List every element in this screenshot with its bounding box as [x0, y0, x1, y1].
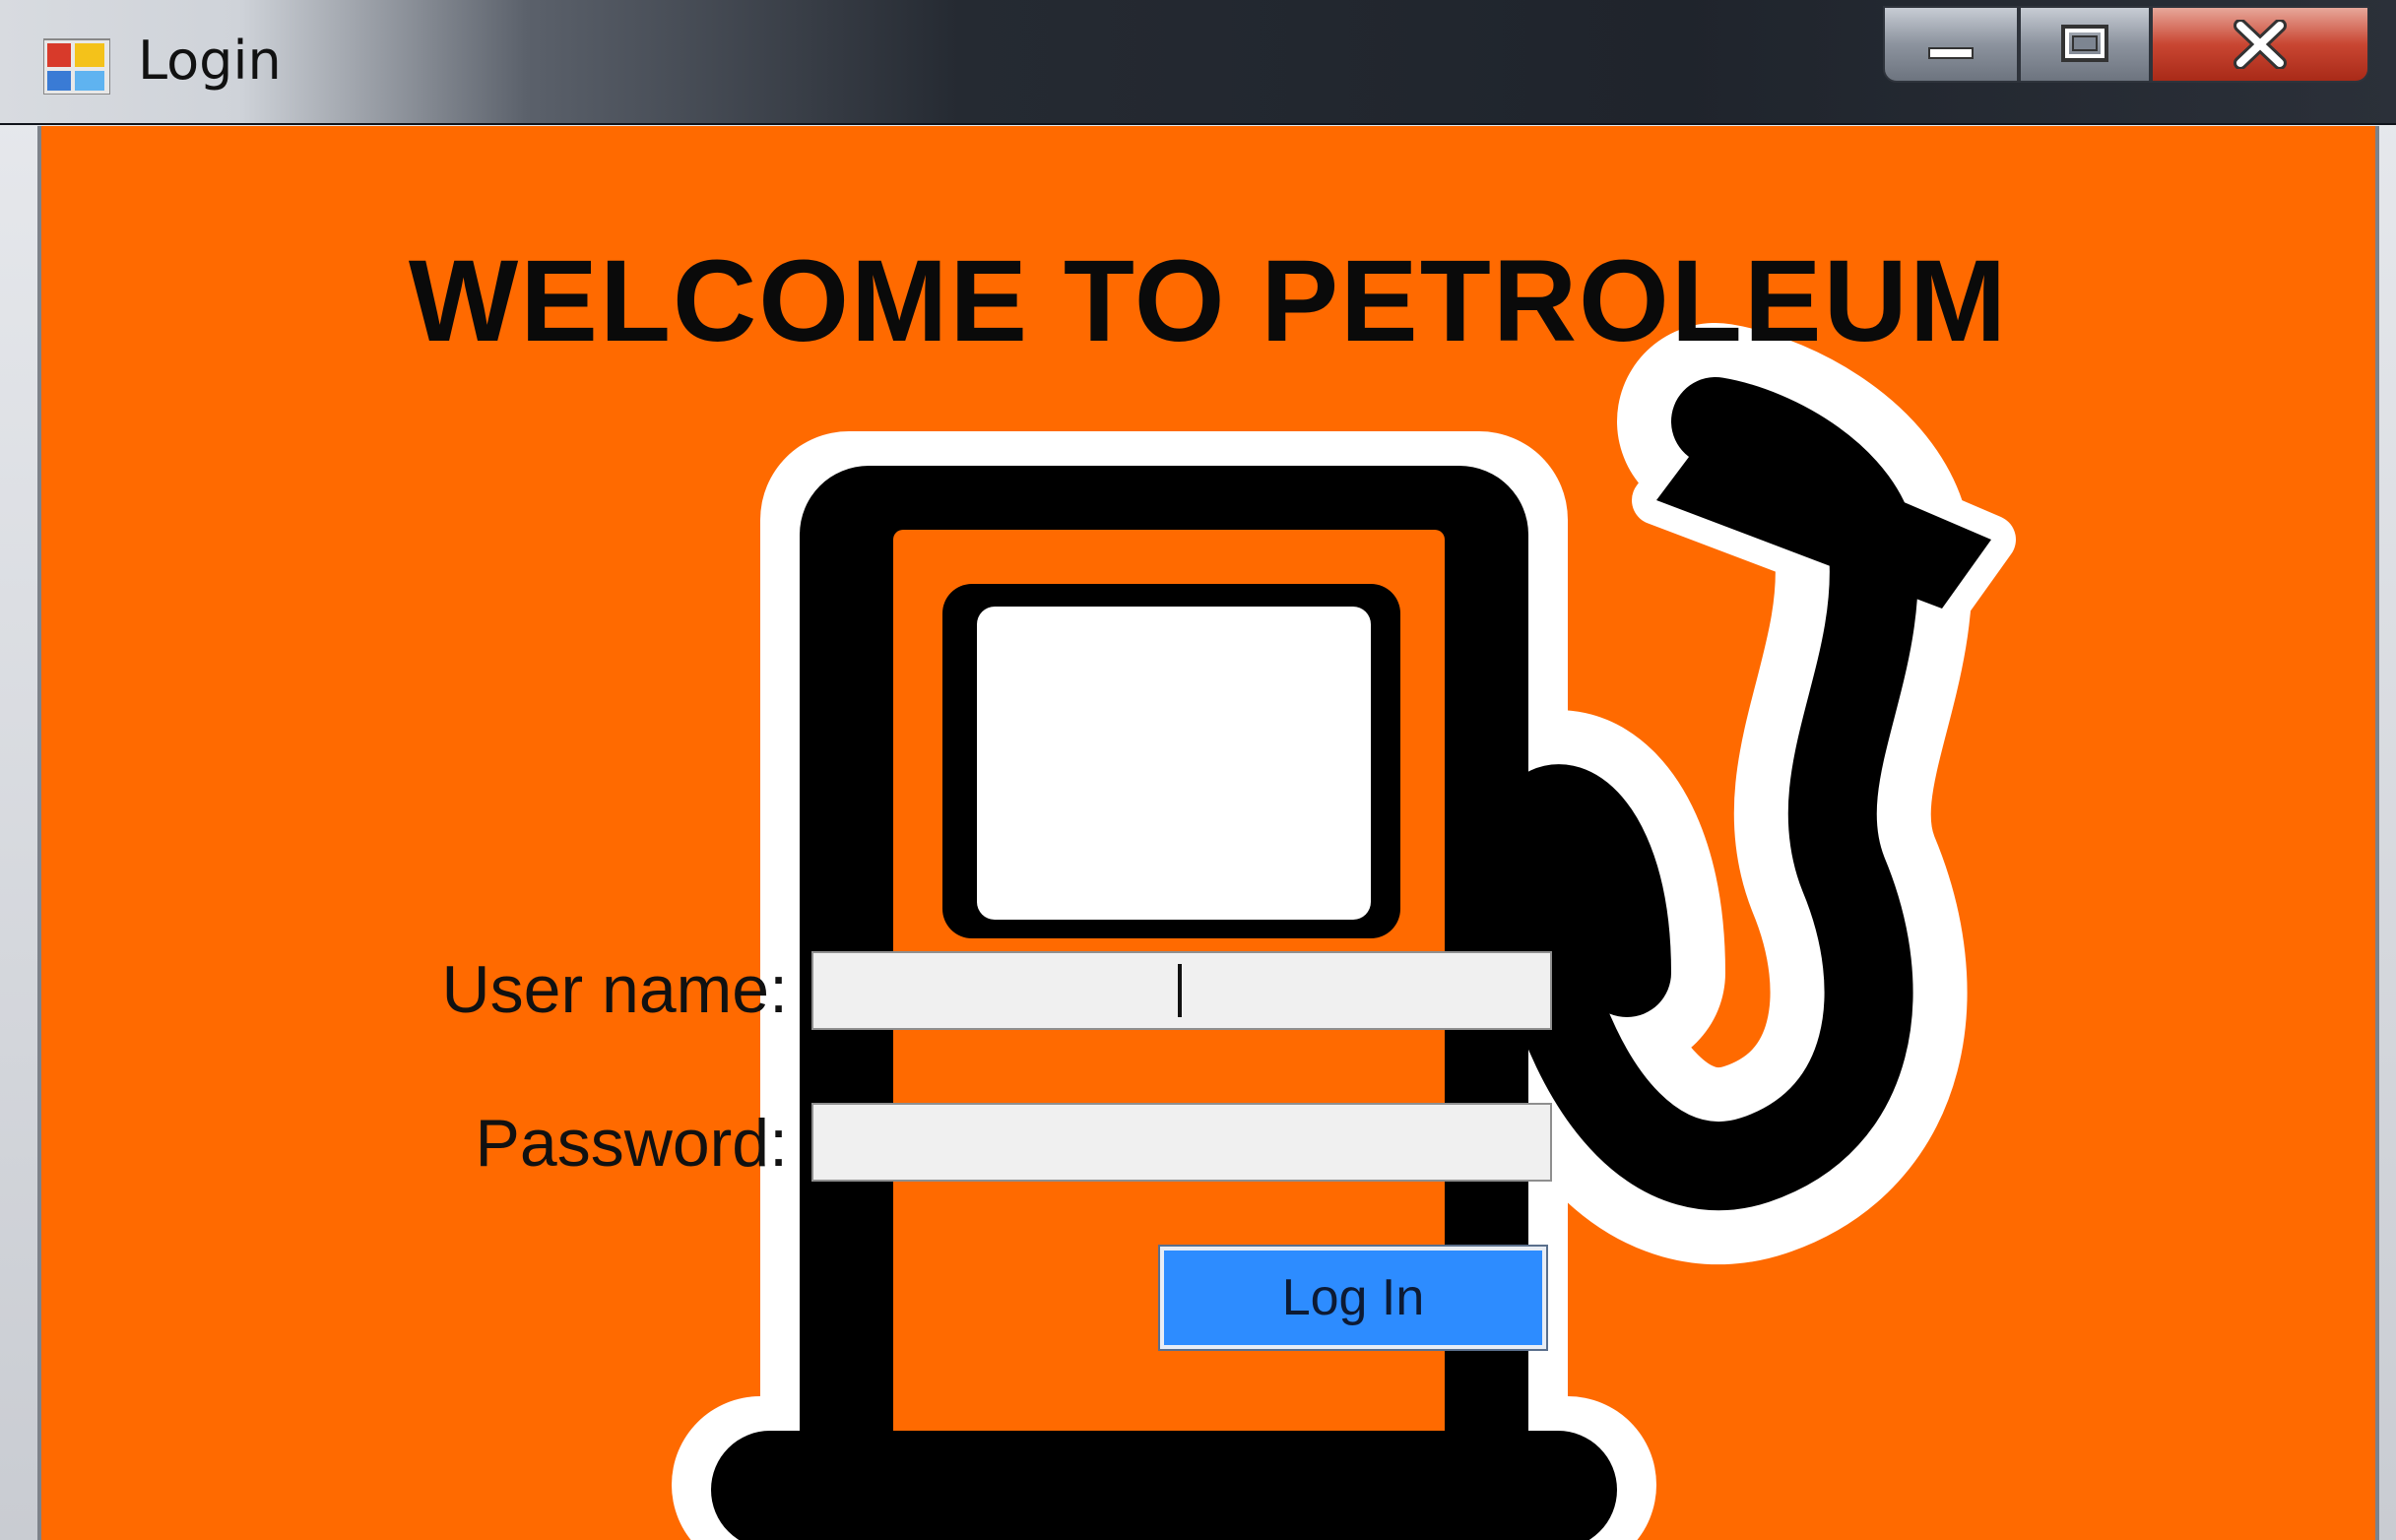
minimize-icon — [1928, 47, 1974, 59]
welcome-heading: WELCOME TO PETROLEUM — [408, 236, 2009, 366]
username-input[interactable] — [811, 951, 1552, 1030]
minimize-button[interactable] — [1883, 6, 2019, 83]
maximize-icon — [2061, 25, 2108, 62]
app-icon — [43, 38, 110, 95]
window-title: Login — [138, 30, 282, 92]
login-form: WELCOME TO PETROLEUM User name: Password… — [37, 126, 2379, 1540]
login-button[interactable]: Log In — [1158, 1245, 1548, 1351]
password-input[interactable] — [811, 1103, 1552, 1182]
login-window: Login WELCOME TO PETROLEUM User name: Pa… — [0, 0, 2396, 1540]
close-icon — [2234, 20, 2287, 69]
close-button[interactable] — [2151, 6, 2369, 83]
text-cursor — [1178, 964, 1182, 1017]
maximize-button[interactable] — [2019, 6, 2151, 83]
username-label: User name: — [441, 952, 788, 1027]
password-label: Password: — [475, 1106, 788, 1181]
title-bar[interactable]: Login — [0, 0, 2396, 125]
